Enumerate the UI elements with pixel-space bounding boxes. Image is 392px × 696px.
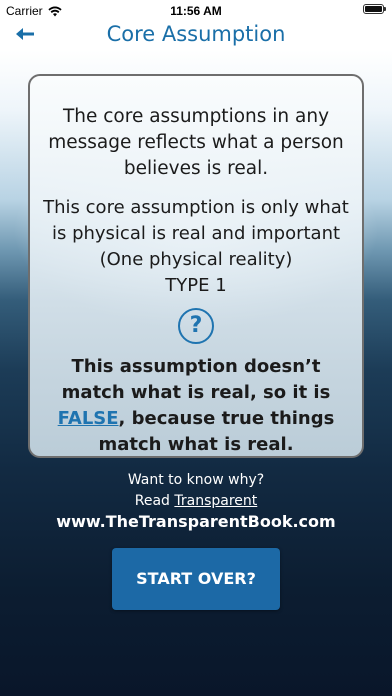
verdict-text: This assumption doesn’t match what is re…: [38, 354, 354, 458]
start-over-button[interactable]: START OVER?: [112, 548, 280, 610]
read-prefix: Read: [134, 493, 175, 509]
website-text: www.TheTransparentBook.com: [56, 512, 336, 531]
status-bar: Carrier 11:56 AM: [0, 0, 392, 22]
verdict-before: This assumption doesn’t match what is re…: [61, 356, 331, 403]
question-circle-icon[interactable]: ?: [178, 308, 214, 344]
help-symbol: ?: [189, 313, 203, 338]
status-right: [363, 4, 386, 14]
nav-bar: Core Assumption: [0, 22, 392, 46]
assumption-card: The core assumptions in any message refl…: [28, 74, 364, 458]
read-line: Read Transparent: [0, 492, 392, 510]
transparent-link[interactable]: Transparent: [174, 493, 257, 509]
assumption-subtext: (One physical reality): [99, 249, 293, 270]
status-time: 11:56 AM: [170, 4, 222, 18]
assumption-block: This core assumption is only what is phy…: [38, 195, 354, 299]
type-label: TYPE 1: [165, 275, 227, 296]
intro-text: The core assumptions in any message refl…: [48, 106, 344, 179]
battery-icon: [363, 4, 386, 14]
want-to-know-text: Want to know why?: [127, 472, 265, 488]
verdict-after: , because true things match what is real…: [98, 408, 335, 455]
false-link[interactable]: FALSE: [58, 408, 119, 429]
assumption-text: This core assumption is only what is phy…: [43, 197, 349, 244]
page-title: Core Assumption: [106, 22, 286, 46]
